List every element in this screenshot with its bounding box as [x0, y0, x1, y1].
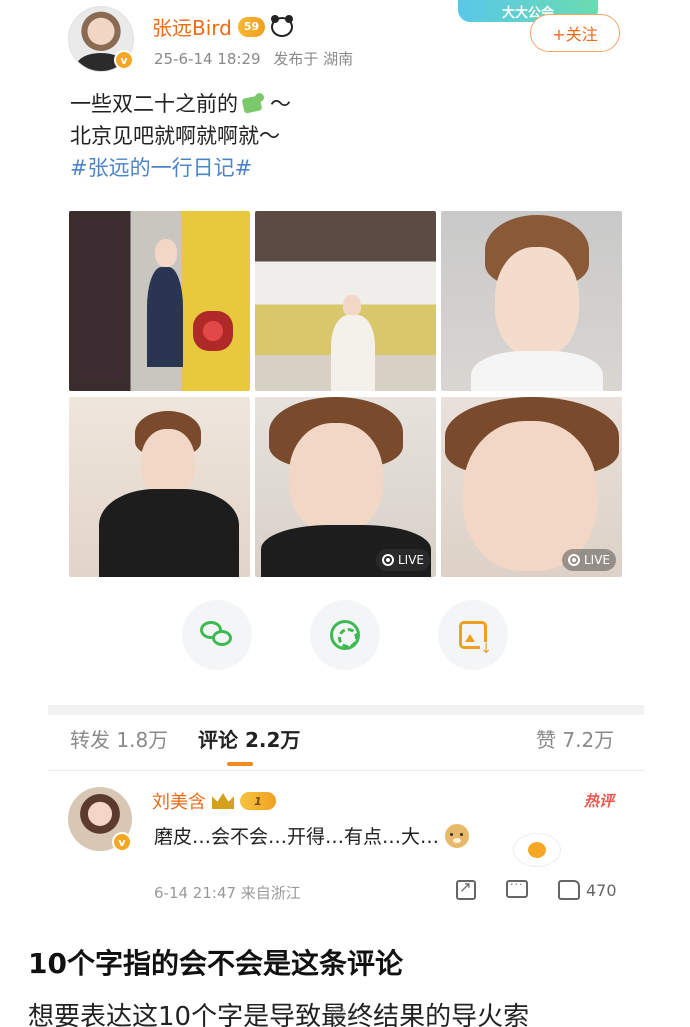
wechat-icon [200, 621, 234, 649]
hashtag-link[interactable]: #张远的一行日记# [70, 152, 291, 184]
verified-badge-icon: v [114, 50, 134, 70]
thumbs-up-icon [558, 880, 580, 900]
article-heading: 10个字指的会不会是这条评论 [28, 947, 403, 980]
post-meta: 25-6-14 18:29 发布于 湖南 [154, 48, 353, 69]
panda-icon [271, 14, 294, 37]
commenter-row[interactable]: 刘美含 1 [152, 788, 276, 814]
post-text-line-2: 北京见吧就啊就啊就～ [70, 124, 280, 148]
puzzle-emoji-icon [241, 92, 267, 114]
save-image-icon [459, 621, 492, 656]
tab-like[interactable]: 赞 7.2万 [536, 724, 614, 753]
live-icon [381, 554, 394, 566]
level-badge: 59 [237, 16, 266, 37]
fried-egg-icon [514, 834, 560, 866]
post-author-row[interactable]: 张远Bird 59 [152, 12, 294, 41]
live-badge: LIVE [375, 549, 430, 571]
crown-icon [212, 793, 234, 809]
commenter-name[interactable]: 刘美含 [152, 788, 206, 814]
moments-icon [330, 620, 360, 650]
comment-text: 磨皮…会不会…开得…有点…大… [154, 822, 470, 849]
share-wechat-button[interactable] [182, 600, 252, 670]
post-text-line-1: 一些双二十之前的～ [70, 92, 291, 116]
comment-meta: 6-14 21:47 来自浙江 [154, 884, 301, 902]
live-icon [567, 554, 580, 566]
section-divider [48, 705, 644, 715]
hot-comment-tag: 热评 [584, 792, 615, 810]
comment-share-button[interactable] [456, 878, 476, 900]
photo-5[interactable]: LIVE [255, 397, 436, 577]
photo-grid: LIVE LIVE [69, 211, 623, 578]
reply-icon [506, 878, 528, 898]
level-value: 59 [243, 20, 260, 33]
doge-emoji-icon [445, 823, 470, 848]
tab-separator [48, 770, 644, 771]
share-icon [456, 878, 476, 900]
share-moments-button[interactable] [310, 600, 380, 670]
comment-like-button[interactable]: 470 [558, 880, 617, 900]
save-image-button[interactable] [438, 600, 508, 670]
commenter-level-badge: 1 [240, 792, 276, 810]
article-body: 想要表达这10个字是导致最终结果的导火索 [28, 1002, 530, 1027]
tab-repost[interactable]: 转发 1.8万 [70, 724, 168, 753]
photo-1[interactable] [69, 211, 250, 391]
post-time: 25-6-14 18:29 [154, 50, 261, 68]
comment-reply-button[interactable] [506, 878, 528, 898]
photo-2[interactable] [255, 211, 436, 391]
watermark: @… [330, 1002, 362, 1021]
post-location: 发布于 湖南 [273, 50, 354, 68]
photo-6[interactable]: LIVE [441, 397, 622, 577]
active-tab-indicator [227, 762, 253, 766]
follow-button[interactable]: +关注 [530, 14, 620, 52]
photo-4[interactable] [69, 397, 250, 577]
post-text: 一些双二十之前的～ 北京见吧就啊就啊就～ #张远的一行日记# [70, 88, 291, 184]
author-name[interactable]: 张远Bird [152, 12, 232, 41]
live-badge: LIVE [561, 549, 616, 571]
tab-comment[interactable]: 评论 2.2万 [198, 724, 300, 753]
verified-badge-icon: v [112, 832, 132, 852]
photo-3[interactable] [441, 211, 622, 391]
comment-like-count: 470 [586, 880, 617, 900]
